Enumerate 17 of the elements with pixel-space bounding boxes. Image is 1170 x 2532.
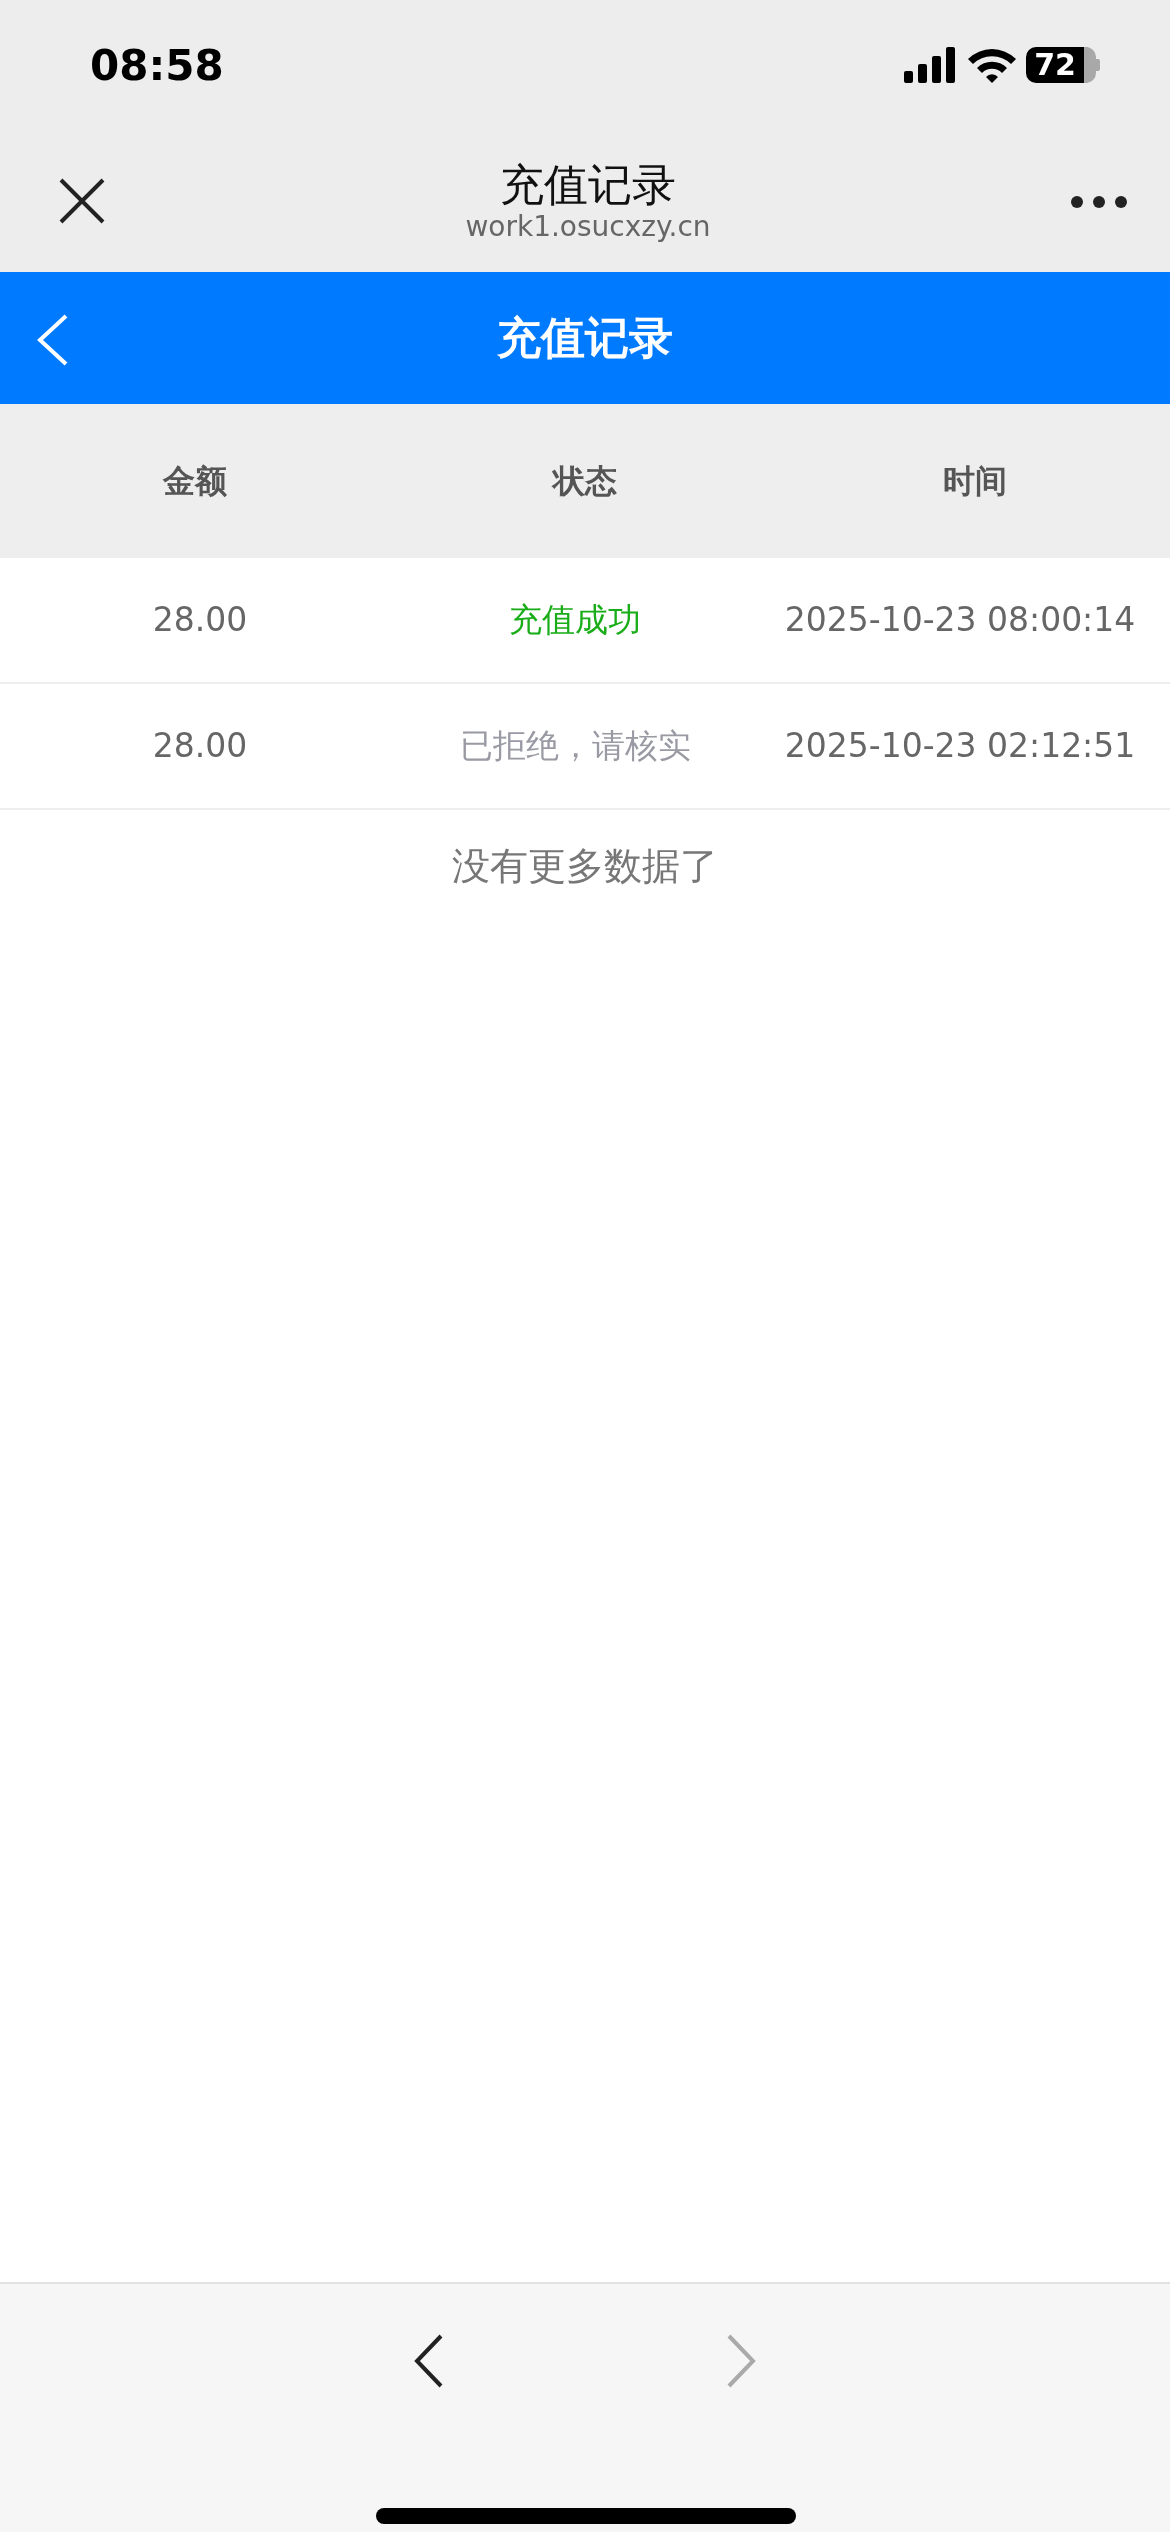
end-message: 没有更多数据了 — [451, 843, 719, 890]
chevron-right-icon — [725, 2334, 757, 2388]
wifi-icon — [966, 46, 1019, 84]
status-cell: 已拒绝，请核实 — [459, 726, 691, 766]
column-header: 金额 — [163, 462, 227, 500]
amount-cell: 28.00 — [152, 600, 248, 640]
chevron-left-icon — [413, 2334, 445, 2388]
page-title: 充值记录 — [500, 159, 676, 212]
amount-cell: 28.00 — [152, 726, 248, 766]
status-time: 08:58 — [90, 39, 224, 92]
time-cell: 2025-10-23 08:00:14 — [784, 600, 1136, 640]
page-url: work1.osucxzy.cn — [465, 212, 711, 243]
column-header: 状态 — [553, 462, 617, 500]
status-cell: 充值成功 — [509, 600, 641, 640]
time-cell: 2025-10-23 02:12:51 — [784, 726, 1136, 766]
column-header: 时间 — [943, 462, 1007, 500]
header-title: 充值记录 — [497, 311, 673, 365]
